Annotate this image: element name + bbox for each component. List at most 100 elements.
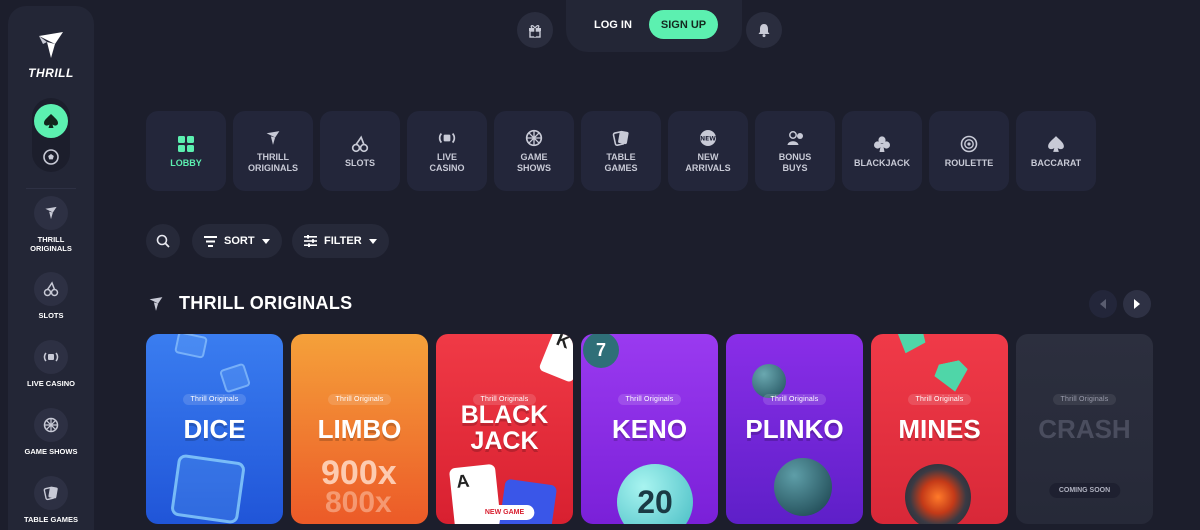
tab-label: GAME SHOWS: [516, 152, 551, 173]
multiplier-text: 800x: [325, 486, 392, 519]
gem-icon: [932, 359, 971, 395]
thrill-icon: [34, 196, 68, 230]
tab-roulette[interactable]: ROULETTE: [929, 111, 1009, 191]
game-card-dice[interactable]: Thrill Originals DICE: [146, 334, 283, 524]
ball-number: 7: [595, 340, 606, 360]
cards-icon: [612, 128, 630, 148]
tab-label: LOBBY: [170, 157, 202, 168]
bell-icon: [758, 24, 770, 38]
gift-button[interactable]: [517, 12, 553, 48]
tab-table-games[interactable]: TABLE GAMES: [581, 111, 661, 191]
sidebar-item-label: GAME SHOWS: [24, 447, 78, 456]
chevron-down-icon: [368, 238, 377, 244]
tab-new-arrivals[interactable]: NEW NEW ARRIVALS: [668, 111, 748, 191]
game-card-keno[interactable]: 7 Thrill Originals KENO 20: [581, 334, 718, 524]
gem-icon: [891, 334, 928, 358]
game-title: KENO: [611, 414, 688, 444]
tab-blackjack[interactable]: BLACKJACK: [842, 111, 922, 191]
sidebar-item-thrill-originals[interactable]: THRILL ORIGINALS: [8, 196, 94, 253]
gift-icon: [529, 25, 541, 38]
game-title-line: BLACK: [460, 401, 549, 429]
grid-icon: [177, 134, 195, 154]
tab-label: BLACKJACK: [854, 157, 910, 168]
chevron-left-icon: [1100, 299, 1106, 309]
card-rank: K: [553, 334, 573, 353]
game-title: BLACK JACK: [436, 402, 573, 454]
game-tag: Thrill Originals: [907, 394, 972, 405]
game-title-line: JACK: [470, 427, 539, 455]
sidebar-item-label: TABLE GAMES: [23, 515, 79, 524]
sort-label: SORT: [224, 235, 255, 247]
sidebar-item-game-shows[interactable]: GAME SHOWS: [8, 408, 94, 456]
tab-baccarat[interactable]: BACCARAT: [1016, 111, 1096, 191]
tab-label: LIVE CASINO: [429, 152, 465, 173]
plinko-ball-icon: [752, 364, 786, 398]
new-icon: NEW: [699, 128, 717, 148]
game-card-blackjack[interactable]: K Thrill Originals BLACK JACK A NEW GAME: [436, 334, 573, 524]
sidebar-item-label: LIVE CASINO: [27, 379, 75, 388]
sidebar-item-table-games[interactable]: TABLE GAMES: [8, 476, 94, 524]
sidebar-item-live-casino[interactable]: LIVE CASINO: [8, 340, 94, 388]
tab-label: TABLE GAMES: [604, 152, 638, 173]
sidebar-item-label: SLOTS: [38, 311, 64, 320]
casino-sports-toggle[interactable]: [32, 98, 70, 172]
chevron-right-icon: [1134, 299, 1140, 309]
signup-button[interactable]: SIGN UP: [649, 10, 718, 39]
tab-label: BONUS BUYS: [778, 152, 812, 173]
sort-icon: [204, 235, 217, 247]
playing-card-k: K: [538, 334, 573, 383]
sidebar-item-slots[interactable]: SLOTS: [8, 272, 94, 320]
notifications-button[interactable]: [746, 12, 782, 48]
coming-soon-badge: COMING SOON: [1048, 483, 1121, 498]
search-button[interactable]: [146, 224, 180, 258]
chevron-down-icon: [261, 238, 270, 244]
roulette-icon: [960, 134, 978, 154]
tab-label: NEW ARRIVALS: [685, 152, 731, 173]
live-icon: [34, 340, 68, 374]
casino-toggle[interactable]: [34, 104, 68, 138]
brand-name: THRILL: [28, 66, 74, 80]
previous-button[interactable]: [1089, 290, 1117, 318]
sports-toggle[interactable]: [38, 144, 64, 170]
game-tag: Thrill Originals: [327, 394, 392, 405]
wheel-icon: [525, 128, 543, 148]
game-title: LIMBO: [317, 414, 402, 444]
ball-number: 20: [637, 484, 673, 520]
dice-illustration: [218, 362, 252, 394]
tab-game-shows[interactable]: GAME SHOWS: [494, 111, 574, 191]
bonus-icon: [786, 128, 804, 148]
card-rank: A: [455, 470, 471, 492]
keno-ball-icon: 7: [583, 334, 619, 368]
cards-icon: [34, 476, 68, 510]
tab-label: SLOTS: [344, 157, 375, 168]
game-card-plinko[interactable]: Thrill Originals PLINKO: [726, 334, 863, 524]
club-icon: [873, 134, 891, 154]
thrill-icon: [265, 128, 281, 148]
auth-panel: LOG IN SIGN UP: [566, 0, 742, 52]
sort-button[interactable]: SORT: [192, 224, 282, 258]
spade-icon: [44, 114, 58, 128]
thrill-logo-icon: [39, 32, 63, 58]
dice-illustration: [174, 334, 208, 359]
wheel-icon: [34, 408, 68, 442]
tab-live-casino[interactable]: LIVE CASINO: [407, 111, 487, 191]
tab-bonus-buys[interactable]: BONUS BUYS: [755, 111, 835, 191]
tab-thrill-originals[interactable]: THRILL ORIGINALS: [233, 111, 313, 191]
filter-button[interactable]: FILTER: [292, 224, 389, 258]
game-card-limbo[interactable]: Thrill Originals LIMBO 900x 800x: [291, 334, 428, 524]
tab-slots[interactable]: SLOTS: [320, 111, 400, 191]
new-game-badge: NEW GAME: [474, 505, 535, 520]
section-title: THRILL ORIGINALS: [179, 293, 353, 313]
search-icon: [156, 234, 170, 248]
tab-lobby[interactable]: LOBBY: [146, 111, 226, 191]
game-card-crash[interactable]: Thrill Originals CRASH COMING SOON: [1016, 334, 1153, 524]
sidebar: THRILL THRILL ORIGINALS SLOTS LIVE CASIN…: [8, 6, 94, 530]
brand-logo[interactable]: THRILL: [8, 30, 94, 80]
game-title: DICE: [183, 414, 246, 444]
next-button[interactable]: [1123, 290, 1151, 318]
game-card-mines[interactable]: Thrill Originals MINES: [871, 334, 1008, 524]
mine-bomb-icon: [905, 464, 971, 524]
login-button[interactable]: LOG IN: [594, 11, 632, 39]
svg-text:NEW: NEW: [700, 136, 716, 143]
spade-icon: [1047, 134, 1065, 154]
